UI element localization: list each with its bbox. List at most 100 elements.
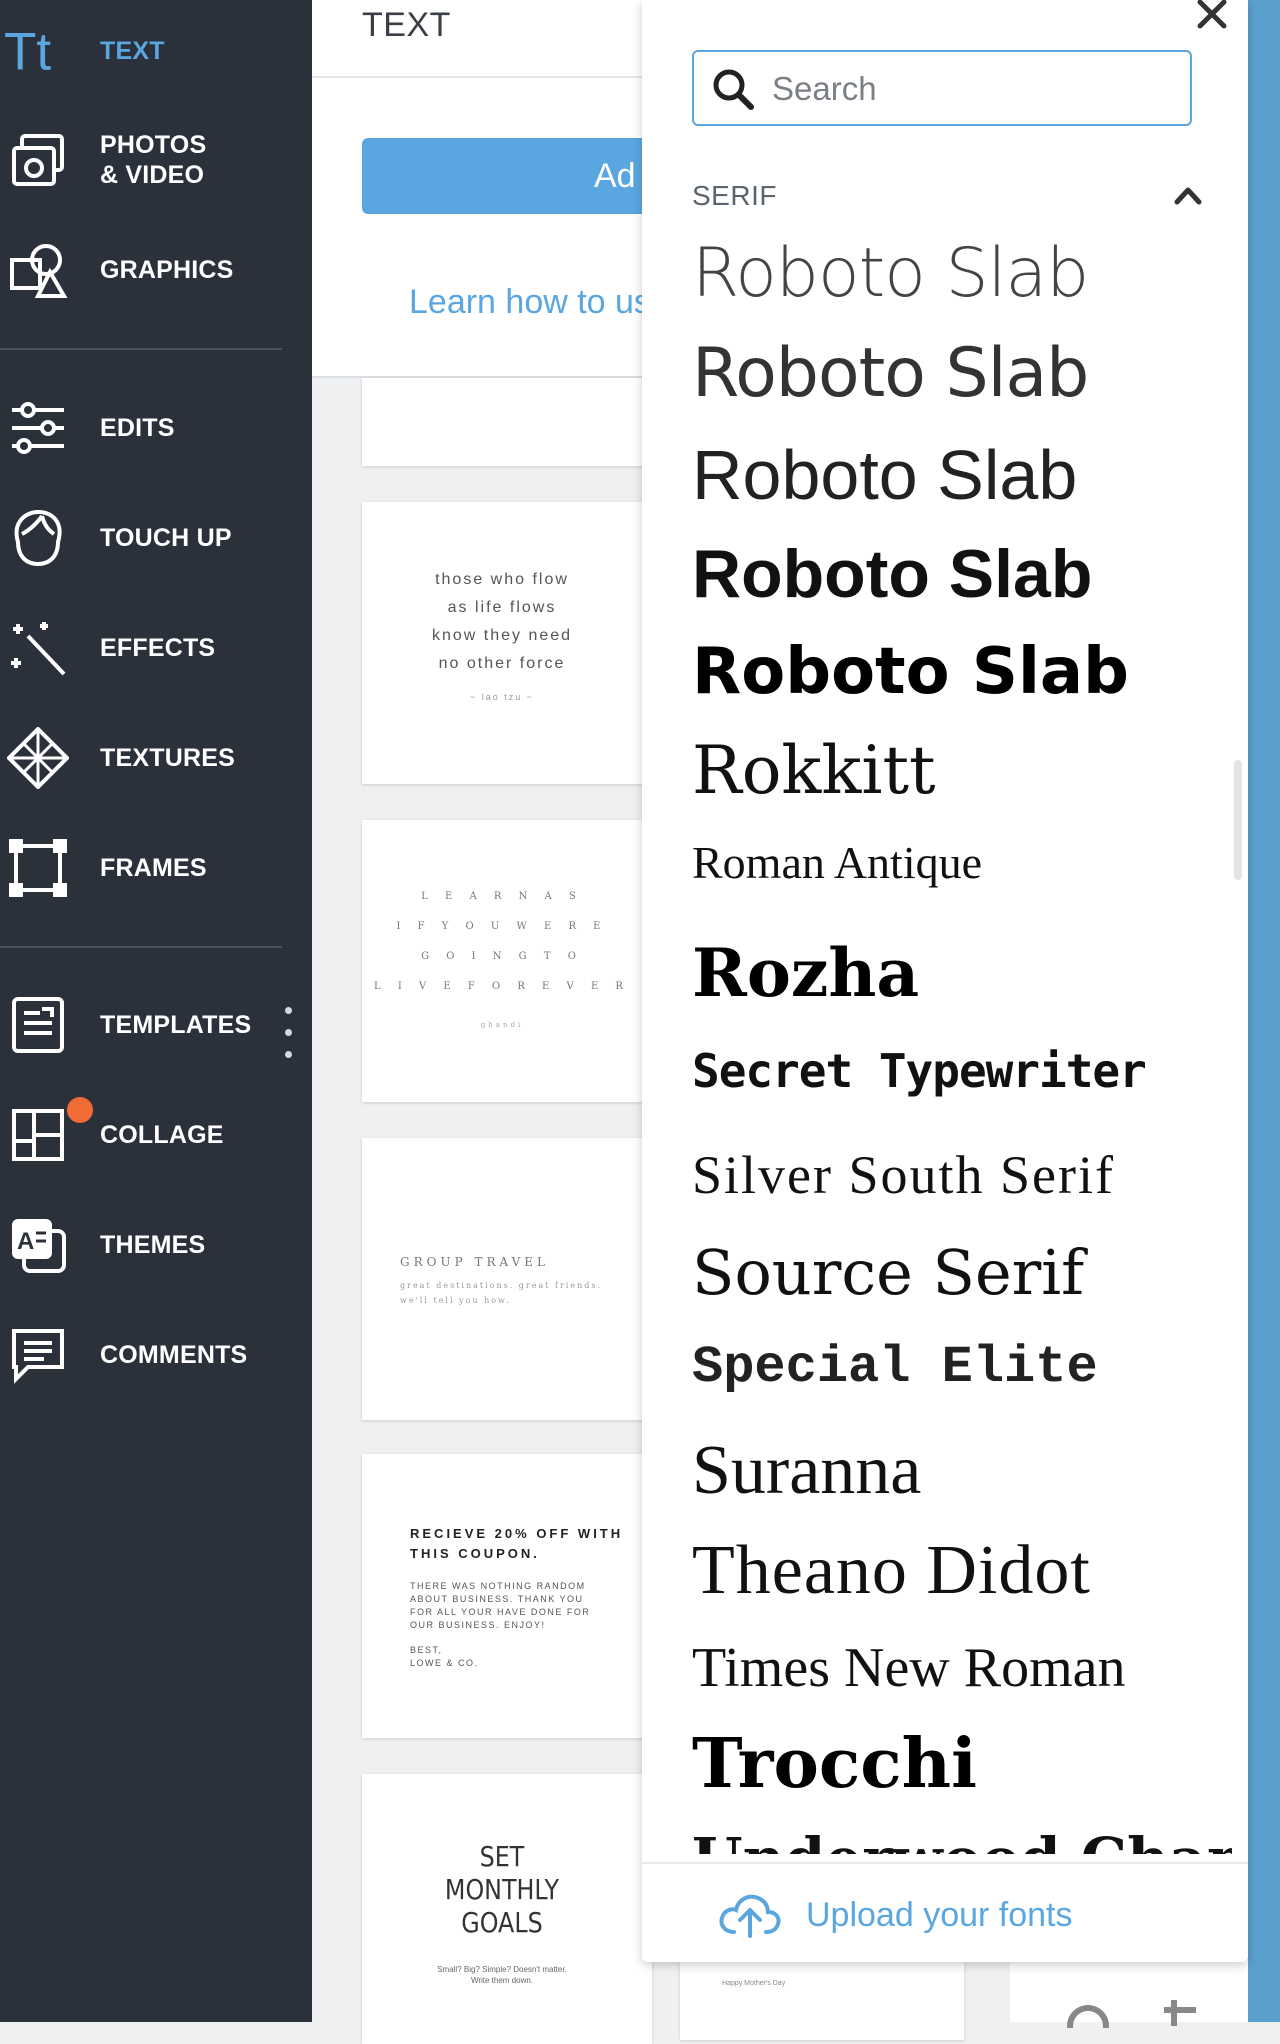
font-option[interactable]: Theano Didot bbox=[692, 1536, 1232, 1606]
sidebar-item-collage[interactable]: COLLAGE bbox=[0, 1085, 312, 1185]
card-text: Happy Mother's Day bbox=[722, 1980, 786, 1987]
card-text: Small? Big? Simple? Doesn't matter. Writ… bbox=[437, 1965, 567, 1985]
template-icon bbox=[6, 993, 70, 1057]
sidebar-item-label: GRAPHICS bbox=[100, 256, 234, 284]
card-text: GROUP TRAVEL bbox=[400, 1255, 549, 1269]
divider bbox=[312, 76, 642, 78]
add-text-button-label: Ad bbox=[594, 156, 636, 195]
card-text: know they need bbox=[431, 627, 573, 644]
collapse-section-button[interactable] bbox=[1171, 178, 1205, 212]
sidebar-item-label: COLLAGE bbox=[100, 1121, 224, 1149]
scrollbar-thumb[interactable] bbox=[1234, 760, 1242, 880]
sidebar-item-photos[interactable]: PHOTOS & VIDEO bbox=[0, 110, 312, 210]
sidebar-item-textures[interactable]: TEXTURES bbox=[0, 708, 312, 808]
sidebar-item-text[interactable]: Tt TEXT bbox=[0, 1, 312, 101]
learn-how-link[interactable]: Learn how to us bbox=[409, 283, 651, 322]
frame-icon bbox=[6, 836, 70, 900]
sidebar-item-themes[interactable]: A THEMES bbox=[0, 1195, 312, 1295]
font-option[interactable]: Roboto Slab bbox=[692, 440, 1232, 510]
card-text: G O I N G T O bbox=[421, 951, 583, 962]
upload-fonts-button[interactable]: Upload your fonts bbox=[642, 1862, 1248, 1962]
photos-icon bbox=[6, 128, 70, 192]
card-text: ~ lao tzu ~ bbox=[469, 692, 535, 702]
text-template-card[interactable] bbox=[362, 378, 652, 466]
card-text: I F Y O U W E R E bbox=[396, 921, 608, 932]
font-option[interactable]: Times New Roman bbox=[692, 1640, 1232, 1696]
sidebar-item-label: EFFECTS bbox=[100, 634, 216, 662]
sidebar-item-label: THEMES bbox=[100, 1231, 206, 1259]
text-template-card[interactable]: SET MONTHLY GOALS Small? Big? Simple? Do… bbox=[362, 1774, 652, 2044]
card-text: SET MONTHLY GOALS bbox=[444, 1840, 560, 1939]
sliders-icon bbox=[6, 396, 70, 460]
font-option[interactable]: Roboto Slab bbox=[692, 540, 1232, 608]
notification-dot bbox=[67, 1097, 93, 1123]
more-options-icon[interactable] bbox=[283, 1007, 293, 1059]
sidebar-divider bbox=[0, 946, 282, 948]
sidebar-item-label: TEMPLATES bbox=[100, 1011, 252, 1039]
sidebar-item-label: TEXT bbox=[100, 37, 165, 65]
magic-wand-icon bbox=[6, 616, 70, 680]
graphics-icon bbox=[6, 238, 70, 302]
sidebar-divider bbox=[0, 348, 282, 350]
sidebar-item-touch-up[interactable]: TOUCH UP bbox=[0, 488, 312, 588]
sidebar-item-label: TEXTURES bbox=[100, 744, 235, 772]
text-template-card[interactable]: those who flow as life flows know they n… bbox=[362, 502, 652, 784]
close-button[interactable] bbox=[1192, 0, 1232, 34]
sidebar-item-label: EDITS bbox=[100, 414, 175, 442]
sidebar: Tt TEXT PHOTOS & VIDEO GRAPHICS EDITS TO… bbox=[0, 0, 312, 2022]
sidebar-item-label: COMMENTS bbox=[100, 1341, 248, 1369]
font-option[interactable]: Roboto Slab bbox=[692, 340, 1232, 408]
font-picker: SERIF Roboto Slab Roboto Slab Roboto Sla… bbox=[642, 0, 1248, 1962]
add-text-button[interactable]: Ad bbox=[362, 138, 662, 214]
font-option[interactable]: Secret Typewriter bbox=[692, 1048, 1232, 1094]
chevron-up-icon bbox=[1174, 187, 1202, 205]
sidebar-item-effects[interactable]: EFFECTS bbox=[0, 598, 312, 698]
search-box bbox=[692, 50, 1192, 126]
font-option[interactable]: Underwood Champion bbox=[692, 1830, 1232, 1854]
card-text: those who flow bbox=[435, 571, 569, 588]
comment-icon bbox=[6, 1323, 70, 1387]
svg-text:A: A bbox=[17, 1228, 34, 1255]
card-text: L E A R N A S bbox=[421, 891, 583, 902]
card-preview: those who flow as life flows know they n… bbox=[362, 566, 642, 702]
font-search-input[interactable] bbox=[770, 66, 1174, 112]
collage-icon bbox=[6, 1103, 70, 1167]
text-panel: TEXT Ad Learn how to us those who flow a… bbox=[312, 0, 662, 2044]
canvas-toolbar bbox=[1010, 1960, 1248, 2028]
sidebar-item-edits[interactable]: EDITS bbox=[0, 378, 312, 478]
font-option[interactable]: Roboto Slab bbox=[692, 240, 1232, 308]
sidebar-item-label: FRAMES bbox=[100, 854, 207, 882]
card-text: ghandi bbox=[480, 1021, 524, 1029]
card-preview: L E A R N A S I F Y O U W E R E G O I N … bbox=[362, 882, 642, 1040]
themes-icon: A bbox=[6, 1213, 70, 1277]
sidebar-item-comments[interactable]: COMMENTS bbox=[0, 1305, 312, 1405]
font-option[interactable]: Trocchi bbox=[692, 1730, 1232, 1798]
sidebar-item-label: TOUCH UP bbox=[100, 524, 232, 552]
text-template-card[interactable]: RECIEVE 20% OFF WITH THIS COUPON. THERE … bbox=[362, 1454, 652, 1738]
search-icon bbox=[713, 69, 754, 110]
font-option[interactable]: Roman Antique bbox=[692, 840, 1232, 886]
texture-icon bbox=[6, 726, 70, 790]
panel-title: TEXT bbox=[362, 6, 451, 44]
card-text: RECIEVE 20% OFF WITH THIS COUPON. bbox=[410, 1526, 624, 1561]
text-template-card[interactable]: Happy Mother's Day bbox=[680, 1960, 964, 2040]
font-option[interactable]: Silver South Serif bbox=[692, 1148, 1232, 1202]
font-option[interactable]: Rokkitt bbox=[692, 738, 1232, 804]
sidebar-item-graphics[interactable]: GRAPHICS bbox=[0, 220, 312, 320]
close-icon bbox=[1197, 0, 1227, 29]
text-template-card[interactable]: GROUP TRAVEL great destinations. great f… bbox=[362, 1138, 652, 1420]
text-tt-icon: Tt bbox=[4, 19, 68, 83]
text-panel-header: TEXT Ad Learn how to us bbox=[312, 0, 662, 378]
font-option[interactable]: Roboto Slab bbox=[692, 640, 1232, 704]
font-option[interactable]: Rozha bbox=[692, 940, 1232, 1006]
font-option[interactable]: Suranna bbox=[692, 1436, 1232, 1506]
font-option[interactable]: Source Serif bbox=[692, 1242, 1232, 1304]
sidebar-item-frames[interactable]: FRAMES bbox=[0, 818, 312, 918]
gear-icon[interactable] bbox=[1060, 1998, 1116, 2028]
text-template-card[interactable]: L E A R N A S I F Y O U W E R E G O I N … bbox=[362, 820, 652, 1102]
card-text: THERE WAS NOTHING RANDOM ABOUT BUSINESS.… bbox=[410, 1581, 591, 1630]
sidebar-item-templates[interactable]: TEMPLATES bbox=[0, 975, 312, 1075]
cloud-upload-icon bbox=[719, 1894, 781, 1938]
canvas-edge bbox=[1248, 0, 1280, 2022]
font-option[interactable]: Special Elite bbox=[692, 1342, 1232, 1394]
